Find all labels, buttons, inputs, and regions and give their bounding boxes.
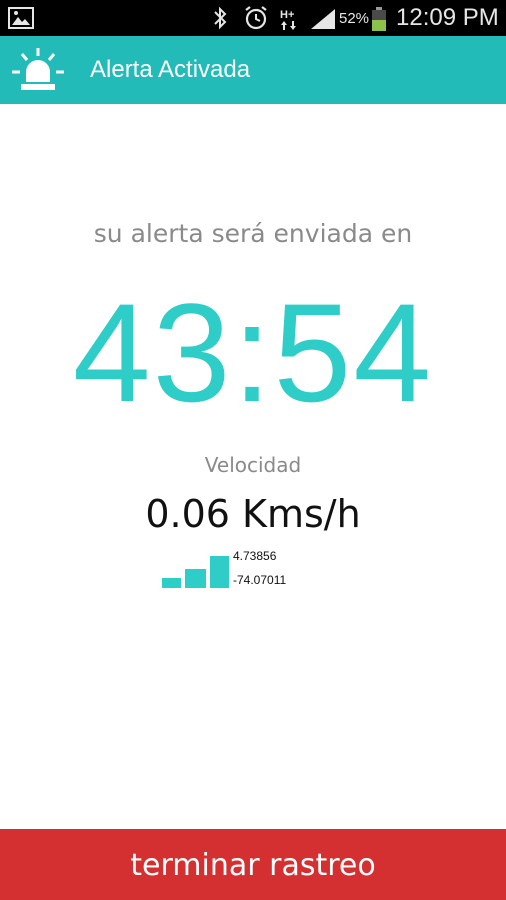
speed-value: 0.06 Kms/h	[145, 492, 361, 536]
siren-icon[interactable]	[10, 46, 66, 98]
signal-strength-icon	[160, 552, 230, 594]
app-screen: H+ 52% 12:09 PM Alerta Activada su alert…	[0, 0, 506, 900]
alert-subtitle: su alerta será enviada en	[93, 219, 413, 248]
countdown-timer: 43:54	[72, 274, 434, 431]
signal-icon	[309, 7, 337, 35]
gallery-icon	[8, 7, 34, 33]
status-clock: 12:09 PM	[396, 4, 499, 31]
speed-label: Velocidad	[204, 453, 302, 477]
alarm-icon	[243, 5, 269, 35]
stop-tracking-button[interactable]: terminar rastreo	[0, 829, 506, 900]
app-title: Alerta Activada	[90, 56, 251, 83]
latitude-value: 4.73856	[233, 549, 277, 563]
longitude-value: -74.07011	[233, 573, 287, 587]
hplus-data-icon: H+	[279, 6, 301, 36]
bluetooth-icon	[211, 6, 229, 34]
battery-icon	[371, 6, 387, 36]
action-bar: Alerta Activada	[0, 36, 506, 104]
svg-text:H+: H+	[280, 9, 294, 21]
battery-percent: 52%	[339, 10, 370, 27]
status-bar: H+ 52% 12:09 PM	[0, 0, 506, 36]
